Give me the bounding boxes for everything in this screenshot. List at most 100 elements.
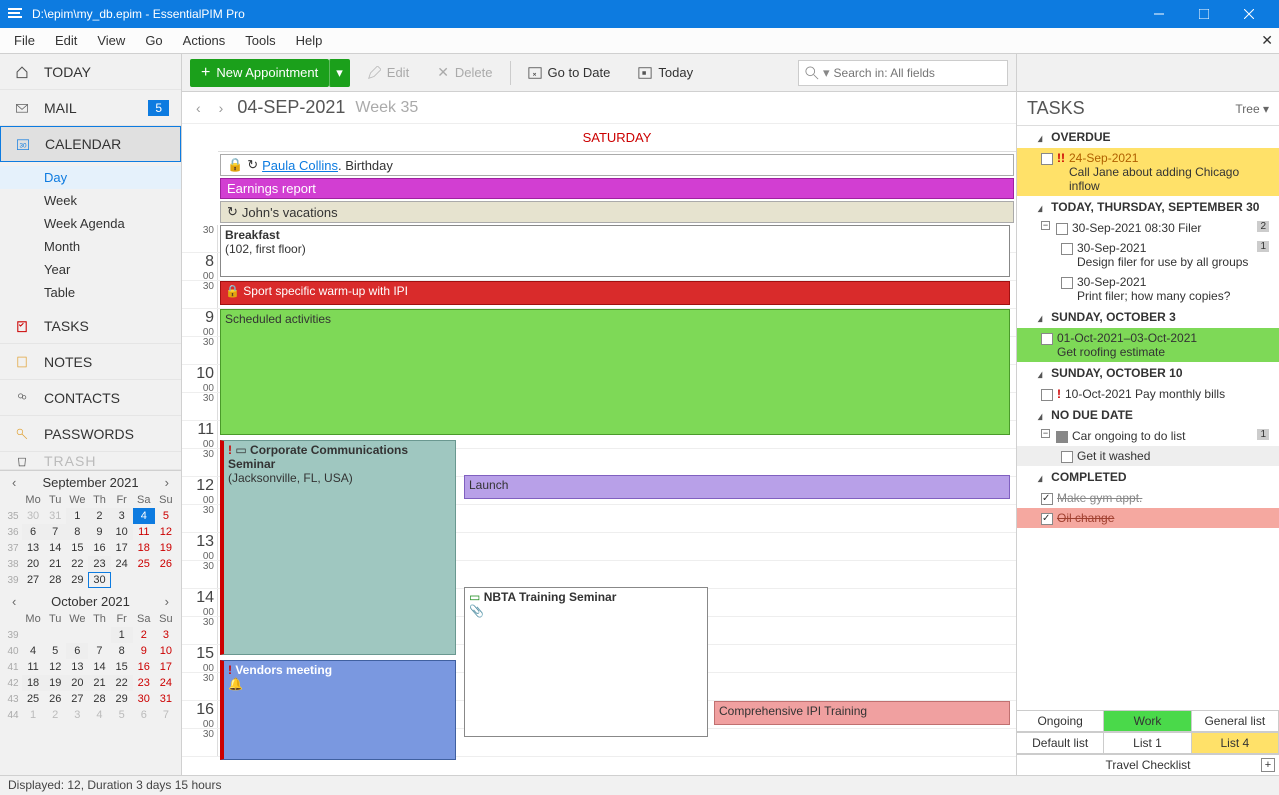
nav-contacts[interactable]: CONTACTS <box>0 380 181 416</box>
tab-work[interactable]: Work <box>1103 710 1191 732</box>
checkbox[interactable] <box>1056 431 1068 443</box>
mini-cal-day[interactable]: 7 <box>155 707 177 723</box>
mini-cal-day[interactable]: 13 <box>22 540 44 556</box>
task-washed[interactable]: Get it washed <box>1017 446 1279 466</box>
event-birthday[interactable]: 🔒 ↻ Paula Collins. Birthday <box>220 154 1014 176</box>
tasks-tree-toggle[interactable]: Tree ▾ <box>1235 102 1269 116</box>
mini-cal-day[interactable]: 14 <box>44 540 66 556</box>
search-box[interactable]: ▾ <box>798 60 1008 86</box>
menu-help[interactable]: Help <box>286 30 333 51</box>
mini-cal-day[interactable]: 3 <box>66 707 88 723</box>
menu-edit[interactable]: Edit <box>45 30 87 51</box>
tab-ongoing[interactable]: Ongoing <box>1016 710 1104 732</box>
checkbox[interactable] <box>1056 223 1068 235</box>
mini-cal-day[interactable]: 14 <box>88 659 110 675</box>
mini-cal-day[interactable]: 5 <box>111 707 133 723</box>
mini-cal-day[interactable]: 22 <box>111 675 133 691</box>
mini-cal-day[interactable]: 22 <box>66 556 88 572</box>
event-ipi-training[interactable]: Comprehensive IPI Training <box>714 701 1010 725</box>
mini-cal-next[interactable]: › <box>161 475 173 490</box>
mini-cal-day[interactable]: 23 <box>88 556 110 572</box>
maximize-button[interactable] <box>1181 0 1226 28</box>
task-gym[interactable]: Make gym appt. <box>1017 488 1279 508</box>
view-month[interactable]: Month <box>0 235 181 258</box>
mini-cal-day[interactable]: 26 <box>155 556 177 572</box>
mini-cal-day[interactable]: 28 <box>44 572 66 588</box>
search-input[interactable] <box>834 66 1001 80</box>
event-john-vacation[interactable]: ↻John's vacations <box>220 201 1014 223</box>
nav-tasks[interactable]: TASKS <box>0 308 181 344</box>
section-nodue[interactable]: NO DUE DATE <box>1017 404 1279 426</box>
mini-cal-day[interactable]: 27 <box>66 691 88 707</box>
mini-cal-day[interactable]: 20 <box>66 675 88 691</box>
task-roof[interactable]: 01-Oct-2021–03-Oct-2021Get roofing estim… <box>1017 328 1279 362</box>
mini-cal-day[interactable]: 7 <box>88 643 110 659</box>
add-list-button[interactable]: + <box>1261 758 1275 772</box>
contact-link[interactable]: Paula Collins <box>262 158 338 173</box>
mini-cal-day[interactable]: 19 <box>155 540 177 556</box>
menu-tools[interactable]: Tools <box>235 30 285 51</box>
new-appointment-dropdown[interactable]: ▾ <box>329 59 350 87</box>
nav-calendar[interactable]: 30 CALENDAR <box>0 126 181 162</box>
mini-cal-day[interactable]: 29 <box>111 691 133 707</box>
event-scheduled[interactable]: Scheduled activities <box>220 309 1010 435</box>
tab-default[interactable]: Default list <box>1016 732 1104 754</box>
event-corp-seminar[interactable]: ! ▭ Corporate Communications Seminar (Ja… <box>220 440 456 655</box>
mini-cal-day[interactable]: 21 <box>88 675 110 691</box>
new-appointment-button[interactable]: +New Appointment <box>190 59 329 87</box>
section-completed[interactable]: COMPLETED <box>1017 466 1279 488</box>
mini-cal-day[interactable] <box>22 627 44 643</box>
nav-today[interactable]: TODAY <box>0 54 181 90</box>
mini-cal-day[interactable]: 17 <box>111 540 133 556</box>
nav-passwords[interactable]: PASSWORDS <box>0 416 181 452</box>
mini-cal-day[interactable]: 30 <box>88 572 110 588</box>
close-button[interactable] <box>1226 0 1271 28</box>
mini-cal-day[interactable]: 8 <box>66 524 88 540</box>
mini-cal-day[interactable]: 29 <box>66 572 88 588</box>
nav-mail[interactable]: MAIL 5 <box>0 90 181 126</box>
checkbox[interactable] <box>1041 333 1053 345</box>
menu-go[interactable]: Go <box>135 30 172 51</box>
mini-cal-day[interactable]: 11 <box>133 524 155 540</box>
mini-cal-day[interactable]: 28 <box>88 691 110 707</box>
mini-cal-day[interactable]: 1 <box>22 707 44 723</box>
mini-cal-day[interactable]: 24 <box>111 556 133 572</box>
mini-cal-day[interactable]: 8 <box>111 643 133 659</box>
nav-trash[interactable]: TRASH <box>0 452 181 470</box>
view-table[interactable]: Table <box>0 281 181 304</box>
mini-cal-day[interactable]: 25 <box>22 691 44 707</box>
mini-cal-day[interactable]: 11 <box>22 659 44 675</box>
mini-cal-day[interactable]: 3 <box>155 627 177 643</box>
task-footer[interactable]: Travel Checklist + <box>1017 754 1279 775</box>
minimize-button[interactable] <box>1136 0 1181 28</box>
mini-cal-day[interactable]: 2 <box>44 707 66 723</box>
checkbox[interactable] <box>1041 513 1053 525</box>
mini-cal-day[interactable]: 17 <box>155 659 177 675</box>
event-vendors[interactable]: ! Vendors meeting 🔔 <box>220 660 456 760</box>
today-button[interactable]: Today <box>627 59 704 87</box>
view-day[interactable]: Day <box>0 166 181 189</box>
mini-cal-day[interactable] <box>155 572 177 588</box>
checkbox[interactable] <box>1061 243 1073 255</box>
expand-icon[interactable]: − <box>1041 221 1050 230</box>
task-design[interactable]: 30-Sep-2021Design filer for use by all g… <box>1017 238 1279 272</box>
mini-cal-day[interactable]: 30 <box>133 691 155 707</box>
mini-cal-day[interactable]: 13 <box>66 659 88 675</box>
mini-cal-day[interactable]: 31 <box>155 691 177 707</box>
mini-cal-day[interactable]: 16 <box>88 540 110 556</box>
task-bills[interactable]: ! 10-Oct-2021 Pay monthly bills <box>1017 384 1279 404</box>
mini-cal-day[interactable]: 7 <box>44 524 66 540</box>
mini-cal-day[interactable]: 23 <box>133 675 155 691</box>
mini-cal-prev[interactable]: ‹ <box>8 594 20 609</box>
menu-file[interactable]: File <box>4 30 45 51</box>
mini-cal-day[interactable]: 1 <box>111 627 133 643</box>
mini-cal-day[interactable] <box>66 627 88 643</box>
mini-cal-day[interactable]: 9 <box>133 643 155 659</box>
mini-cal-day[interactable]: 4 <box>133 508 155 524</box>
mini-cal-day[interactable]: 31 <box>44 508 66 524</box>
mini-cal-day[interactable]: 18 <box>133 540 155 556</box>
event-nbta[interactable]: ▭ NBTA Training Seminar 📎 <box>464 587 708 737</box>
delete-button[interactable]: ✕Delete <box>426 59 503 87</box>
mini-cal-day[interactable]: 6 <box>133 707 155 723</box>
task-oil[interactable]: Oil change <box>1017 508 1279 528</box>
